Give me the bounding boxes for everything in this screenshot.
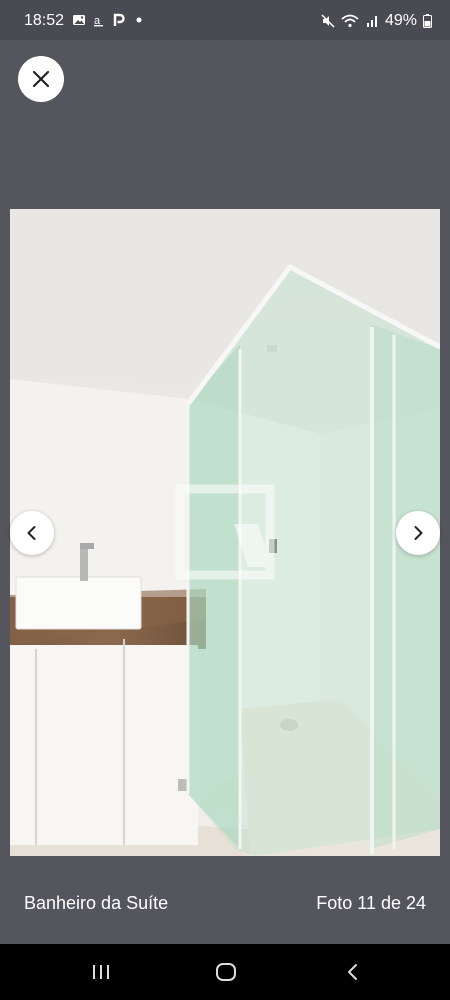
- chevron-left-icon: [27, 526, 36, 540]
- gallery-photo: [10, 209, 440, 856]
- recents-button[interactable]: [86, 958, 116, 986]
- battery-icon: [423, 14, 432, 28]
- previous-photo-button[interactable]: [10, 511, 54, 555]
- p-icon: [113, 13, 125, 26]
- status-bar: 18:52 a 49%: [0, 0, 450, 40]
- back-icon: [348, 964, 357, 980]
- mute-icon: [321, 14, 335, 28]
- battery-percent: 49%: [384, 12, 417, 29]
- photo-caption: Banheiro da Suíte: [24, 893, 169, 913]
- home-button[interactable]: [211, 958, 241, 986]
- wifi-icon: [341, 14, 359, 28]
- notification-icons: a: [72, 13, 146, 27]
- image-icon: [73, 15, 85, 25]
- bathroom-photo: [10, 209, 440, 856]
- a-icon: a: [94, 15, 103, 27]
- back-button[interactable]: [338, 958, 368, 986]
- close-icon: [32, 70, 50, 88]
- home-icon: [216, 963, 236, 981]
- system-status-icons: 49%: [321, 12, 432, 30]
- system-navigation-bar: [0, 944, 450, 1000]
- dot-icon: [136, 17, 142, 23]
- status-time: 18:52: [24, 12, 65, 29]
- close-button[interactable]: [18, 56, 64, 102]
- recents-icon: [93, 965, 109, 979]
- chevron-right-icon: [414, 526, 423, 540]
- photo-counter: Foto 11 de 24: [316, 893, 426, 913]
- signal-icon: [366, 16, 377, 27]
- next-photo-button[interactable]: [396, 511, 440, 555]
